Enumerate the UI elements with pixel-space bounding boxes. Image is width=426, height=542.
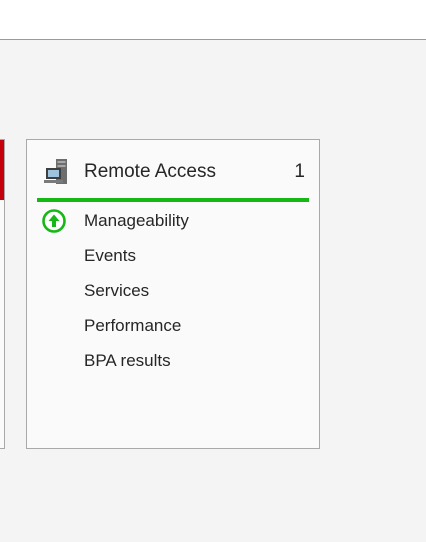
tile-item-label: BPA results — [84, 351, 171, 370]
previous-tile-status-strip — [0, 140, 4, 200]
previous-tile-edge[interactable] — [0, 139, 5, 449]
tile-item-bpa-results[interactable]: BPA results — [27, 348, 319, 383]
tile-item-label: Events — [84, 246, 136, 265]
tile-item-list: Manageability Events Services Performanc… — [27, 208, 319, 383]
tile-item-services[interactable]: Services — [27, 278, 319, 313]
tile-item-events[interactable]: Events — [27, 243, 319, 278]
remote-access-tile[interactable]: Remote Access 1 Manageability Events Ser… — [26, 139, 320, 449]
tile-title[interactable]: Remote Access — [84, 161, 216, 183]
tile-item-manageability[interactable]: Manageability — [27, 208, 319, 243]
server-icon — [44, 159, 67, 184]
tile-server-count[interactable]: 1 — [294, 161, 305, 183]
tile-item-label: Performance — [84, 316, 182, 335]
up-arrow-circle-icon — [42, 209, 66, 233]
tile-item-performance[interactable]: Performance — [27, 313, 319, 348]
top-bar — [0, 0, 426, 40]
tile-header[interactable]: Remote Access 1 — [27, 140, 319, 202]
tile-item-label: Manageability — [84, 211, 189, 230]
tile-item-label: Services — [84, 281, 150, 300]
tile-status-bar — [37, 198, 309, 202]
